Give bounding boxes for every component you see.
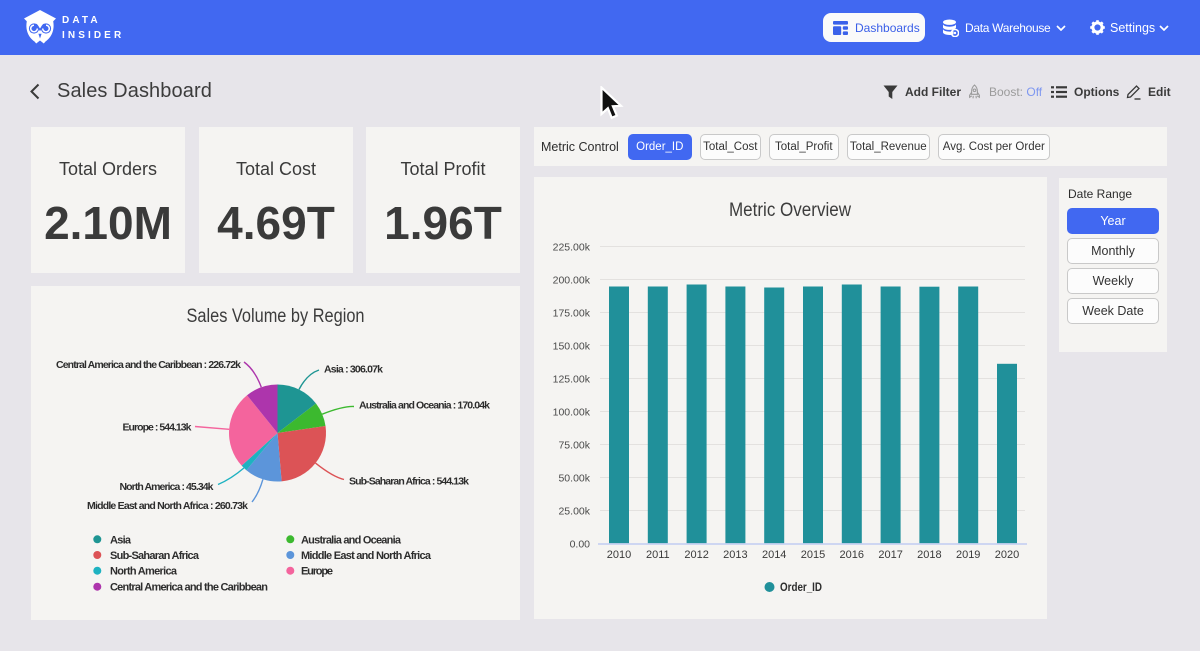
svg-text:Middle East and North Africa :: Middle East and North Africa : 260.73k [87, 500, 248, 512]
svg-text:2014: 2014 [762, 549, 786, 561]
svg-text:150.00k: 150.00k [553, 341, 591, 353]
svg-text:225.00k: 225.00k [553, 242, 591, 254]
svg-text:2017: 2017 [878, 549, 902, 561]
svg-text:North America: North America [110, 566, 178, 578]
svg-text:Central America and the Caribb: Central America and the Caribbean [110, 582, 268, 594]
svg-text:Europe : 544.13k: Europe : 544.13k [123, 422, 192, 434]
svg-text:125.00k: 125.00k [553, 374, 591, 386]
svg-text:2011: 2011 [646, 549, 670, 561]
svg-text:Sales Volume by Region: Sales Volume by Region [187, 306, 365, 327]
svg-text:Central America and the Caribb: Central America and the Caribbean : 226.… [56, 359, 241, 371]
svg-text:25.00k: 25.00k [558, 506, 590, 518]
svg-text:2013: 2013 [723, 549, 747, 561]
svg-text:175.00k: 175.00k [553, 308, 591, 320]
svg-text:Middle East and North Africa: Middle East and North Africa [301, 550, 432, 562]
svg-text:2010: 2010 [607, 549, 631, 561]
svg-text:Metric Overview: Metric Overview [729, 200, 851, 221]
svg-text:Sub-Saharan Africa: Sub-Saharan Africa [110, 550, 200, 562]
svg-text:Australia and Oceania: Australia and Oceania [301, 534, 402, 546]
svg-text:Sub-Saharan Africa : 544.13k: Sub-Saharan Africa : 544.13k [349, 476, 469, 488]
svg-text:Order_ID: Order_ID [780, 580, 822, 594]
svg-text:Europe: Europe [301, 566, 333, 578]
svg-text:North America : 45.34k: North America : 45.34k [120, 481, 214, 493]
svg-text:75.00k: 75.00k [558, 440, 590, 452]
svg-text:2020: 2020 [995, 549, 1019, 561]
svg-text:2019: 2019 [956, 549, 980, 561]
svg-text:200.00k: 200.00k [553, 275, 591, 287]
svg-text:Australia and Oceania : 170.04: Australia and Oceania : 170.04k [359, 400, 490, 412]
svg-text:100.00k: 100.00k [553, 407, 591, 419]
svg-text:2018: 2018 [917, 549, 941, 561]
svg-text:0.00: 0.00 [570, 539, 591, 551]
svg-text:2016: 2016 [840, 549, 864, 561]
svg-text:2015: 2015 [801, 549, 825, 561]
svg-text:Asia : 306.07k: Asia : 306.07k [324, 364, 383, 376]
svg-text:Asia: Asia [110, 534, 132, 546]
svg-text:50.00k: 50.00k [558, 473, 590, 485]
svg-text:2012: 2012 [684, 549, 708, 561]
